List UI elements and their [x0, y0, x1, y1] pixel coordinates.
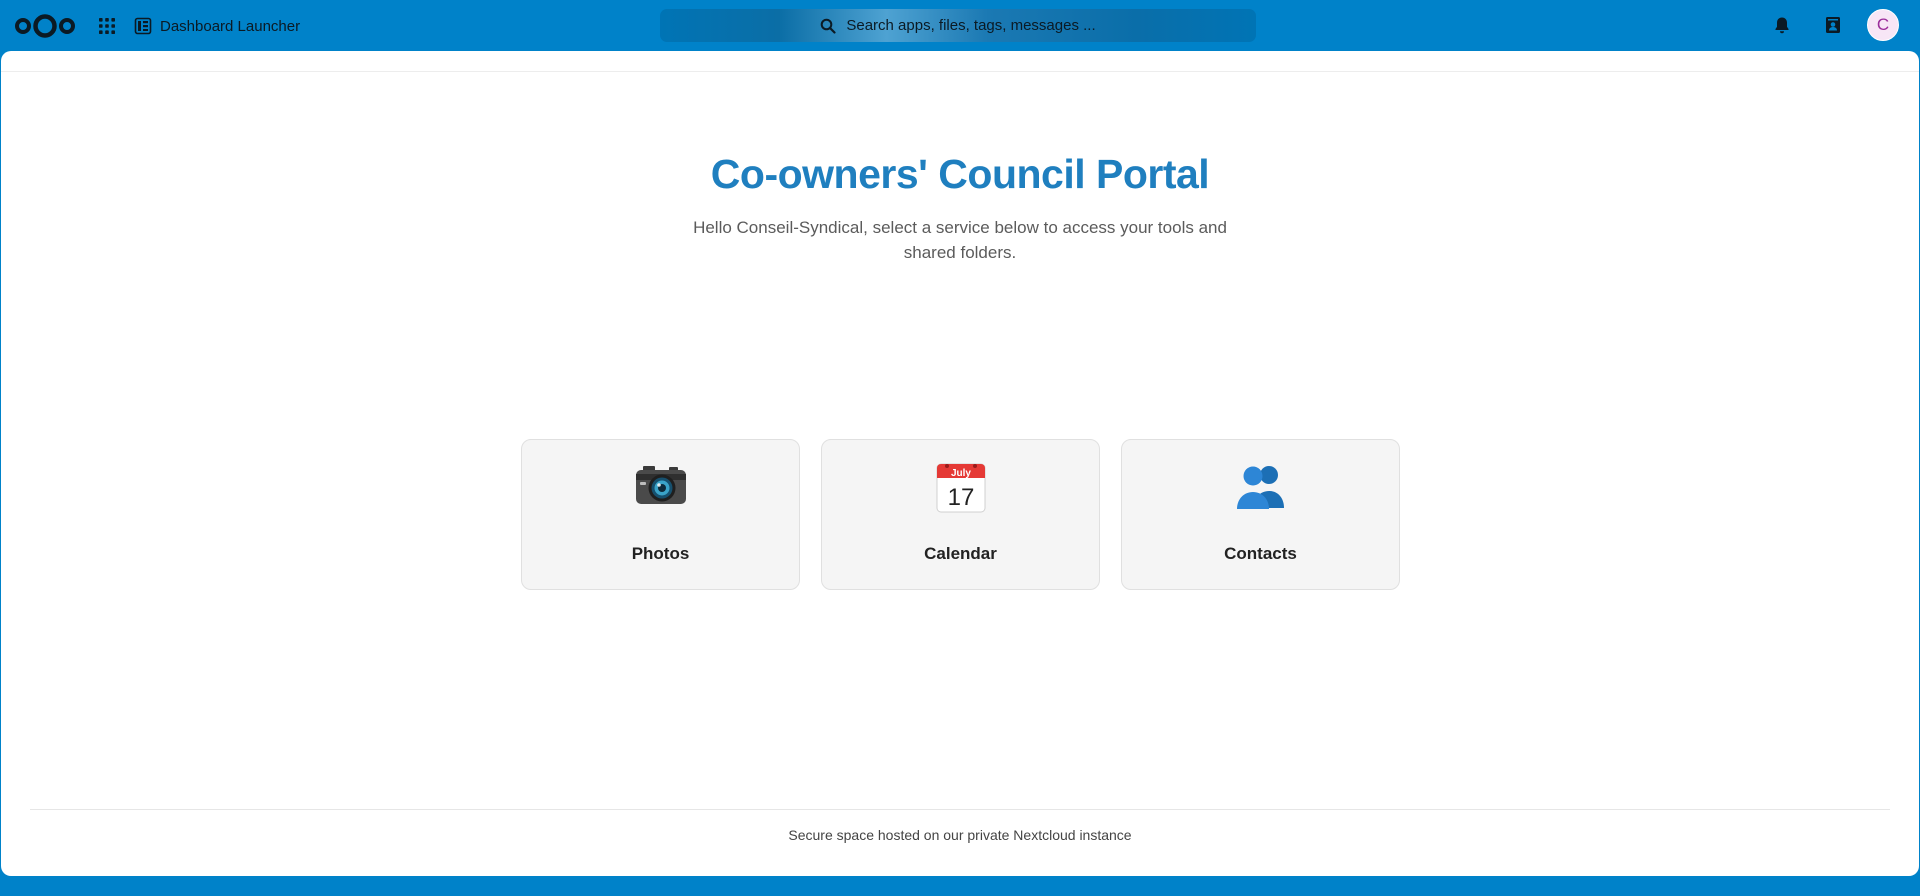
card-label: Calendar [924, 544, 997, 563]
calendar-icon-day: 17 [947, 484, 974, 511]
card-icon-wrapper [1122, 462, 1399, 514]
unified-search-bar[interactable]: Search apps, files, tags, messages ... [660, 9, 1256, 42]
card-label: Contacts [1224, 544, 1297, 563]
current-app-link[interactable]: Dashboard Launcher [134, 14, 300, 38]
calendar-icon: July 17 [936, 463, 985, 513]
service-card-contacts[interactable]: Contacts [1121, 439, 1400, 590]
avatar-initial: C [1876, 15, 1890, 34]
app-title: Dashboard Launcher [160, 17, 301, 35]
service-cards: Photos July 17 Calendar Contacts [521, 439, 1401, 591]
nextcloud-logo[interactable] [14, 13, 76, 39]
dashboard-icon [134, 17, 152, 35]
card-icon-wrapper: July 17 [822, 462, 1099, 514]
footer-text: Secure space hosted on our private Nextc… [788, 827, 1132, 843]
calendar-icon-month: July [950, 468, 970, 479]
page-title: Co-owners' Council Portal [710, 151, 1210, 197]
people-icon [1236, 466, 1284, 509]
card-label: Photos [631, 544, 690, 563]
page-subtitle: Hello Conseil-Syndical, select a service… [693, 218, 1227, 262]
bell-icon[interactable] [1772, 15, 1792, 35]
card-icon-wrapper [522, 462, 799, 514]
top-header: Dashboard Launcher Search apps, files, t… [0, 0, 1920, 51]
footer-divider [30, 809, 1890, 810]
camera-icon [635, 466, 686, 504]
service-card-calendar[interactable]: July 17 Calendar [821, 439, 1100, 590]
search-icon [821, 18, 836, 34]
search-placeholder: Search apps, files, tags, messages ... [846, 17, 1096, 34]
user-avatar[interactable]: C [1867, 9, 1899, 41]
content-divider-top [1, 71, 1919, 72]
contacts-menu-icon[interactable] [1823, 15, 1843, 35]
service-card-photos[interactable]: Photos [521, 439, 800, 590]
app-grid-icon[interactable] [96, 15, 118, 37]
main-content: Co-owners' Council Portal Hello Conseil-… [1, 51, 1919, 876]
